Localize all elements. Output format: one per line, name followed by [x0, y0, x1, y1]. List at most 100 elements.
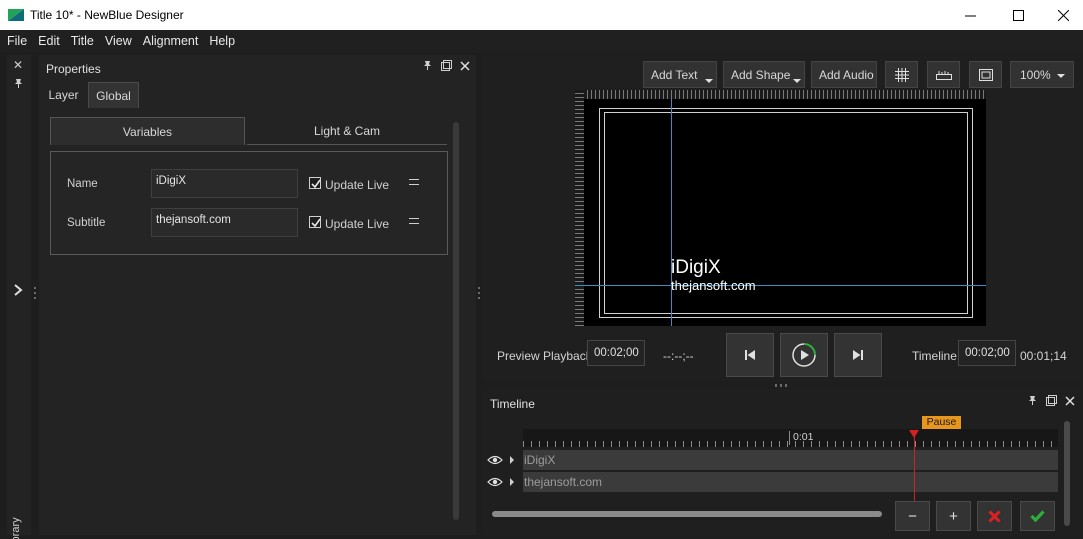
variable-value-field[interactable]: thejansoft.com	[151, 208, 298, 237]
add-text-button[interactable]: Add Text	[643, 61, 717, 88]
track-clip[interactable]: iDigiX	[523, 450, 1058, 470]
eye-icon[interactable]	[487, 477, 503, 487]
preview-canvas[interactable]: iDigiX thejansoft.com	[575, 99, 986, 326]
add-shape-label: Add Shape	[731, 67, 791, 82]
safe-area-icon	[978, 68, 993, 81]
expand-track-icon[interactable]	[510, 478, 514, 486]
skip-to-start-button[interactable]	[726, 333, 774, 377]
playhead-handle-icon[interactable]	[909, 430, 919, 438]
variable-value-field[interactable]: iDigiX	[151, 169, 298, 198]
variable-label: Subtitle	[67, 217, 106, 229]
add-shape-button[interactable]: Add Shape	[723, 61, 805, 88]
drag-handle-icon[interactable]	[409, 218, 419, 224]
zoom-value: 100%	[1020, 68, 1051, 82]
timeline-vertical-scrollbar[interactable]	[1064, 421, 1070, 526]
update-live-checkbox[interactable]	[309, 216, 321, 228]
timeline-ruler[interactable]: 0:01	[523, 429, 1058, 447]
timeline-time-field[interactable]: 00:02;00	[958, 340, 1016, 366]
tab-global[interactable]: Global	[88, 82, 139, 108]
splitter-handle[interactable]	[478, 287, 481, 301]
close-panel-icon[interactable]	[460, 60, 470, 71]
track-row[interactable]: iDigiX	[483, 450, 1058, 470]
pin-icon[interactable]	[422, 60, 433, 71]
eye-icon[interactable]	[487, 455, 503, 465]
expand-track-icon[interactable]	[510, 456, 514, 464]
maximize-button[interactable]	[995, 0, 1041, 30]
variables-box: Name iDigiX Update Live Subtitle thejans…	[50, 151, 448, 255]
minus-label: −	[908, 507, 917, 525]
add-text-label: Add Text	[651, 67, 698, 82]
ruler-icon	[935, 70, 952, 80]
menu-title[interactable]: Title	[71, 34, 94, 48]
menu-edit[interactable]: Edit	[38, 34, 60, 48]
play-icon	[792, 343, 816, 367]
float-panel-icon[interactable]	[1046, 395, 1057, 406]
splitter-handle[interactable]	[34, 287, 37, 301]
subtab-variables[interactable]: Variables	[50, 117, 245, 145]
zoom-select[interactable]: 100%	[1010, 61, 1074, 88]
properties-panel-controls	[422, 60, 470, 71]
properties-panel: Properties Layer Global Variables Light …	[39, 55, 476, 535]
menu-alignment[interactable]: Alignment	[143, 34, 199, 48]
skip-to-end-button[interactable]	[834, 333, 882, 377]
cancel-x-icon	[988, 509, 1001, 523]
pin-icon[interactable]	[13, 78, 24, 89]
ruler-toggle-button[interactable]	[927, 61, 960, 88]
checkmark-icon	[311, 218, 321, 228]
vertical-ruler	[575, 90, 584, 326]
action-safe-frame	[604, 112, 968, 314]
canvas-area: iDigiX thejansoft.com	[575, 90, 986, 326]
grid-toggle-button[interactable]	[885, 61, 918, 88]
library-tab[interactable]: Library	[10, 517, 22, 539]
variable-row: Name iDigiX Update Live	[51, 169, 447, 199]
close-icon	[1057, 9, 1069, 21]
library-close-icon[interactable]: ✕	[13, 58, 23, 72]
zoom-in-button[interactable]: +	[936, 501, 971, 531]
cancel-button[interactable]	[977, 501, 1012, 531]
timeline-horizontal-scrollbar[interactable]	[492, 511, 882, 517]
float-panel-icon[interactable]	[441, 60, 452, 71]
expand-chevron-icon[interactable]	[12, 283, 24, 297]
duration-text: 00:01;14	[1020, 349, 1067, 363]
preview-time-field[interactable]: 00:02;00	[587, 340, 645, 366]
safe-area-toggle-button[interactable]	[969, 61, 1002, 88]
menu-bar: File Edit Title View Alignment Help	[0, 30, 1083, 52]
minimize-button[interactable]	[947, 0, 993, 30]
window-title: Title 10* - NewBlue Designer	[30, 8, 184, 22]
tab-layer[interactable]: Layer	[42, 82, 85, 108]
dropdown-caret-icon	[793, 79, 801, 83]
checkmark-icon	[1030, 510, 1045, 522]
subtab-light-cam[interactable]: Light & Cam	[247, 117, 447, 145]
close-panel-icon[interactable]	[1065, 395, 1075, 406]
horizontal-guide[interactable]	[575, 285, 986, 286]
drag-handle-icon[interactable]	[409, 179, 419, 185]
track-clip[interactable]: thejansoft.com	[523, 472, 1058, 492]
plus-label: +	[949, 507, 958, 525]
play-button[interactable]	[780, 333, 828, 377]
properties-title: Properties	[46, 62, 101, 76]
add-audio-label: Add Audio	[819, 67, 874, 82]
canvas-title-text[interactable]: iDigiX	[671, 257, 721, 279]
add-audio-button[interactable]: Add Audio	[811, 61, 877, 88]
menu-help[interactable]: Help	[209, 34, 235, 48]
track-row[interactable]: thejansoft.com	[483, 472, 1058, 492]
properties-scrollbar[interactable]	[453, 122, 459, 520]
pause-marker-badge[interactable]: Pause	[922, 416, 961, 429]
skip-forward-icon	[853, 350, 863, 360]
title-bar: Title 10* - NewBlue Designer	[0, 0, 1083, 30]
maximize-icon	[1012, 9, 1024, 21]
playhead[interactable]	[914, 432, 915, 502]
zoom-out-button[interactable]: −	[895, 501, 930, 531]
update-live-checkbox[interactable]	[309, 177, 321, 189]
grid-icon	[894, 67, 909, 82]
properties-content: Variables Light & Cam Name iDigiX Update…	[50, 117, 448, 527]
close-button[interactable]	[1040, 0, 1083, 30]
canvas-subtitle-text[interactable]: thejansoft.com	[671, 278, 756, 293]
confirm-button[interactable]	[1020, 501, 1055, 531]
menu-view[interactable]: View	[105, 34, 132, 48]
timeline-panel: Timeline Pause 0:01 iDigiX thejansoft.co…	[483, 389, 1080, 535]
timeline-time-label: Timeline	[912, 349, 957, 363]
menu-file[interactable]: File	[7, 34, 27, 48]
horizontal-splitter-handle[interactable]	[775, 384, 789, 387]
pin-icon[interactable]	[1027, 395, 1038, 406]
